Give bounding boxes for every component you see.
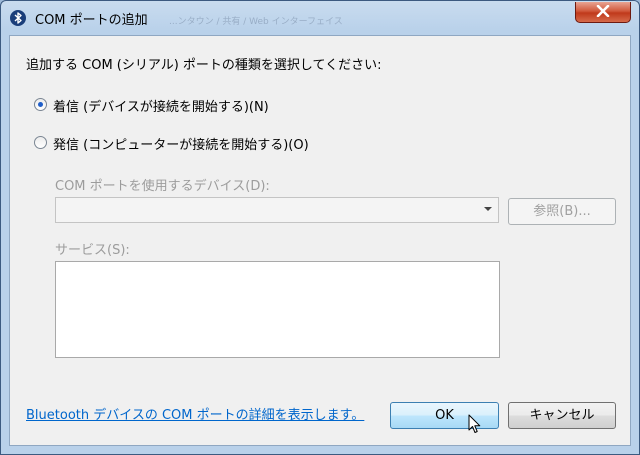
title-bar[interactable]: COM ポートの追加 ...ンタウン / 共有 / Web インターフェイス	[1, 1, 639, 35]
outgoing-radio[interactable]	[34, 136, 47, 149]
cancel-button[interactable]: キャンセル	[508, 402, 616, 429]
add-com-port-dialog: COM ポートの追加 ...ンタウン / 共有 / Web インターフェイス 追…	[0, 0, 640, 455]
service-field-label: サービス(S):	[55, 243, 130, 258]
mouse-cursor-icon	[468, 414, 481, 433]
device-field-label: COM ポートを使用するデバイス(D):	[55, 179, 270, 194]
service-listbox[interactable]	[55, 261, 500, 358]
device-combobox[interactable]	[55, 197, 499, 223]
outgoing-radio-label[interactable]: 発信 (コンピューターが接続を開始する)(O)	[53, 134, 309, 153]
dialog-body: 追加する COM (シリアル) ポートの種類を選択してください: 着信 (デバイ…	[9, 35, 631, 446]
radio-selected-dot	[38, 102, 43, 107]
close-icon	[596, 5, 610, 17]
instruction-text: 追加する COM (シリアル) ポートの種類を選択してください:	[26, 58, 382, 73]
background-window-title: ...ンタウン / 共有 / Web インターフェイス	[169, 17, 343, 27]
incoming-radio[interactable]	[34, 98, 47, 111]
incoming-radio-label[interactable]: 着信 (デバイスが接続を開始する)(N)	[53, 96, 269, 115]
browse-button[interactable]: 参照(B)...	[508, 198, 616, 225]
chevron-down-icon	[484, 207, 492, 211]
bluetooth-icon	[10, 10, 26, 26]
window-title: COM ポートの追加	[35, 13, 148, 28]
close-button[interactable]	[575, 2, 631, 23]
help-link[interactable]: Bluetooth デバイスの COM ポートの詳細を表示します。	[26, 404, 364, 423]
ok-button[interactable]: OK	[390, 402, 499, 429]
